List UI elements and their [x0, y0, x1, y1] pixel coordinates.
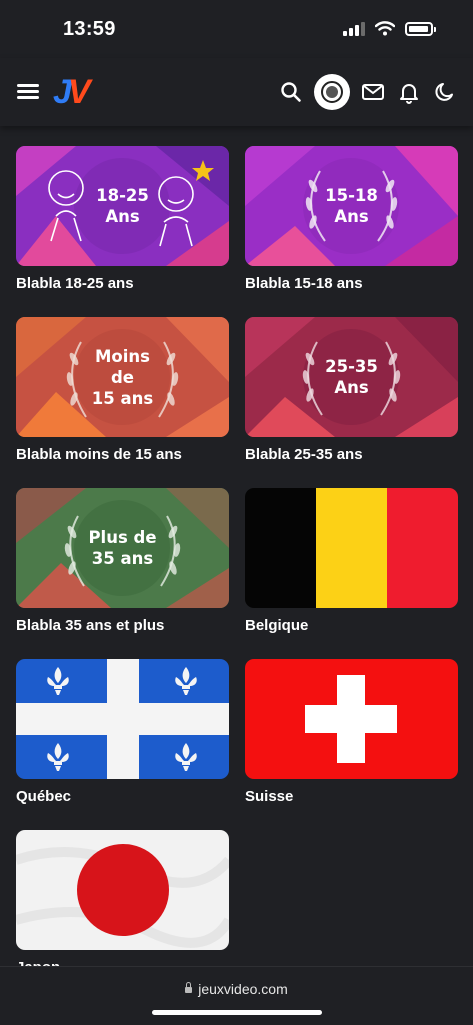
forum-card-quebec[interactable]: Québec	[16, 659, 229, 805]
forum-badge: Plus de 35 ans	[88, 528, 157, 568]
mail-icon[interactable]	[361, 80, 385, 104]
status-time: 13:59	[63, 18, 116, 40]
forum-card-japon[interactable]: Japon	[16, 830, 229, 976]
forum-badge: 25-35 Ans	[325, 357, 378, 397]
forum-thumbnail: 15-18 Ans	[245, 146, 458, 266]
switzerland-flag	[245, 659, 458, 779]
forum-thumbnail: 25-35 Ans	[245, 317, 458, 437]
menu-icon[interactable]	[17, 84, 39, 100]
forum-label[interactable]: Blabla 18-25 ans	[16, 275, 229, 292]
browser-bottom-bar: jeuxvideo.com	[0, 966, 473, 1025]
status-icons	[343, 21, 436, 36]
forum-badge: Moins de 15 ans	[91, 346, 154, 408]
quebec-flag	[16, 659, 229, 779]
cellular-signal-icon	[343, 21, 365, 36]
forum-card-35-plus[interactable]: Plus de 35 ans Blabla 35 ans et plus	[16, 488, 229, 634]
forum-card-25-35[interactable]: 25-35 Ans Blabla 25-35 ans	[245, 317, 458, 463]
forum-label[interactable]: Blabla 35 ans et plus	[16, 617, 229, 634]
forum-thumbnail: Plus de 35 ans	[16, 488, 229, 608]
lock-icon	[185, 982, 193, 993]
wifi-icon	[375, 21, 395, 36]
belgium-flag	[245, 488, 458, 608]
moon-icon[interactable]	[433, 80, 457, 104]
forum-card-suisse[interactable]: Suisse	[245, 659, 458, 805]
url-text: jeuxvideo.com	[198, 981, 288, 997]
forum-thumbnail: Moins de 15 ans	[16, 317, 229, 437]
battery-icon	[405, 21, 436, 36]
forum-card-18-25[interactable]: 18-25 Ans Blabla 18-25 ans	[16, 146, 229, 292]
forum-label[interactable]: Belgique	[245, 617, 458, 634]
forum-thumbnail: 18-25 Ans	[16, 146, 229, 266]
forum-label[interactable]: Blabla 15-18 ans	[245, 275, 458, 292]
bell-icon[interactable]	[397, 80, 421, 104]
forum-card-belgique[interactable]: Belgique	[245, 488, 458, 634]
site-header: JV	[0, 58, 473, 126]
japan-flag	[16, 830, 229, 950]
home-indicator[interactable]	[152, 1010, 322, 1015]
forum-badge: 18-25 Ans	[96, 186, 149, 226]
forum-label[interactable]: Québec	[16, 788, 229, 805]
avatar[interactable]	[314, 74, 350, 110]
search-icon[interactable]	[279, 80, 303, 104]
status-bar: 13:59	[0, 0, 473, 58]
url-bar[interactable]: jeuxvideo.com	[0, 981, 473, 997]
forum-label[interactable]: Suisse	[245, 788, 458, 805]
jv-logo[interactable]: JV	[53, 75, 91, 109]
forum-card-15-18[interactable]: 15-18 Ans Blabla 15-18 ans	[245, 146, 458, 292]
forum-label[interactable]: Blabla moins de 15 ans	[16, 446, 229, 463]
forum-label[interactable]: Blabla 25-35 ans	[245, 446, 458, 463]
forum-badge: 15-18 Ans	[325, 186, 378, 226]
forum-card-moins-15[interactable]: Moins de 15 ans Blabla moins de 15 ans	[16, 317, 229, 463]
